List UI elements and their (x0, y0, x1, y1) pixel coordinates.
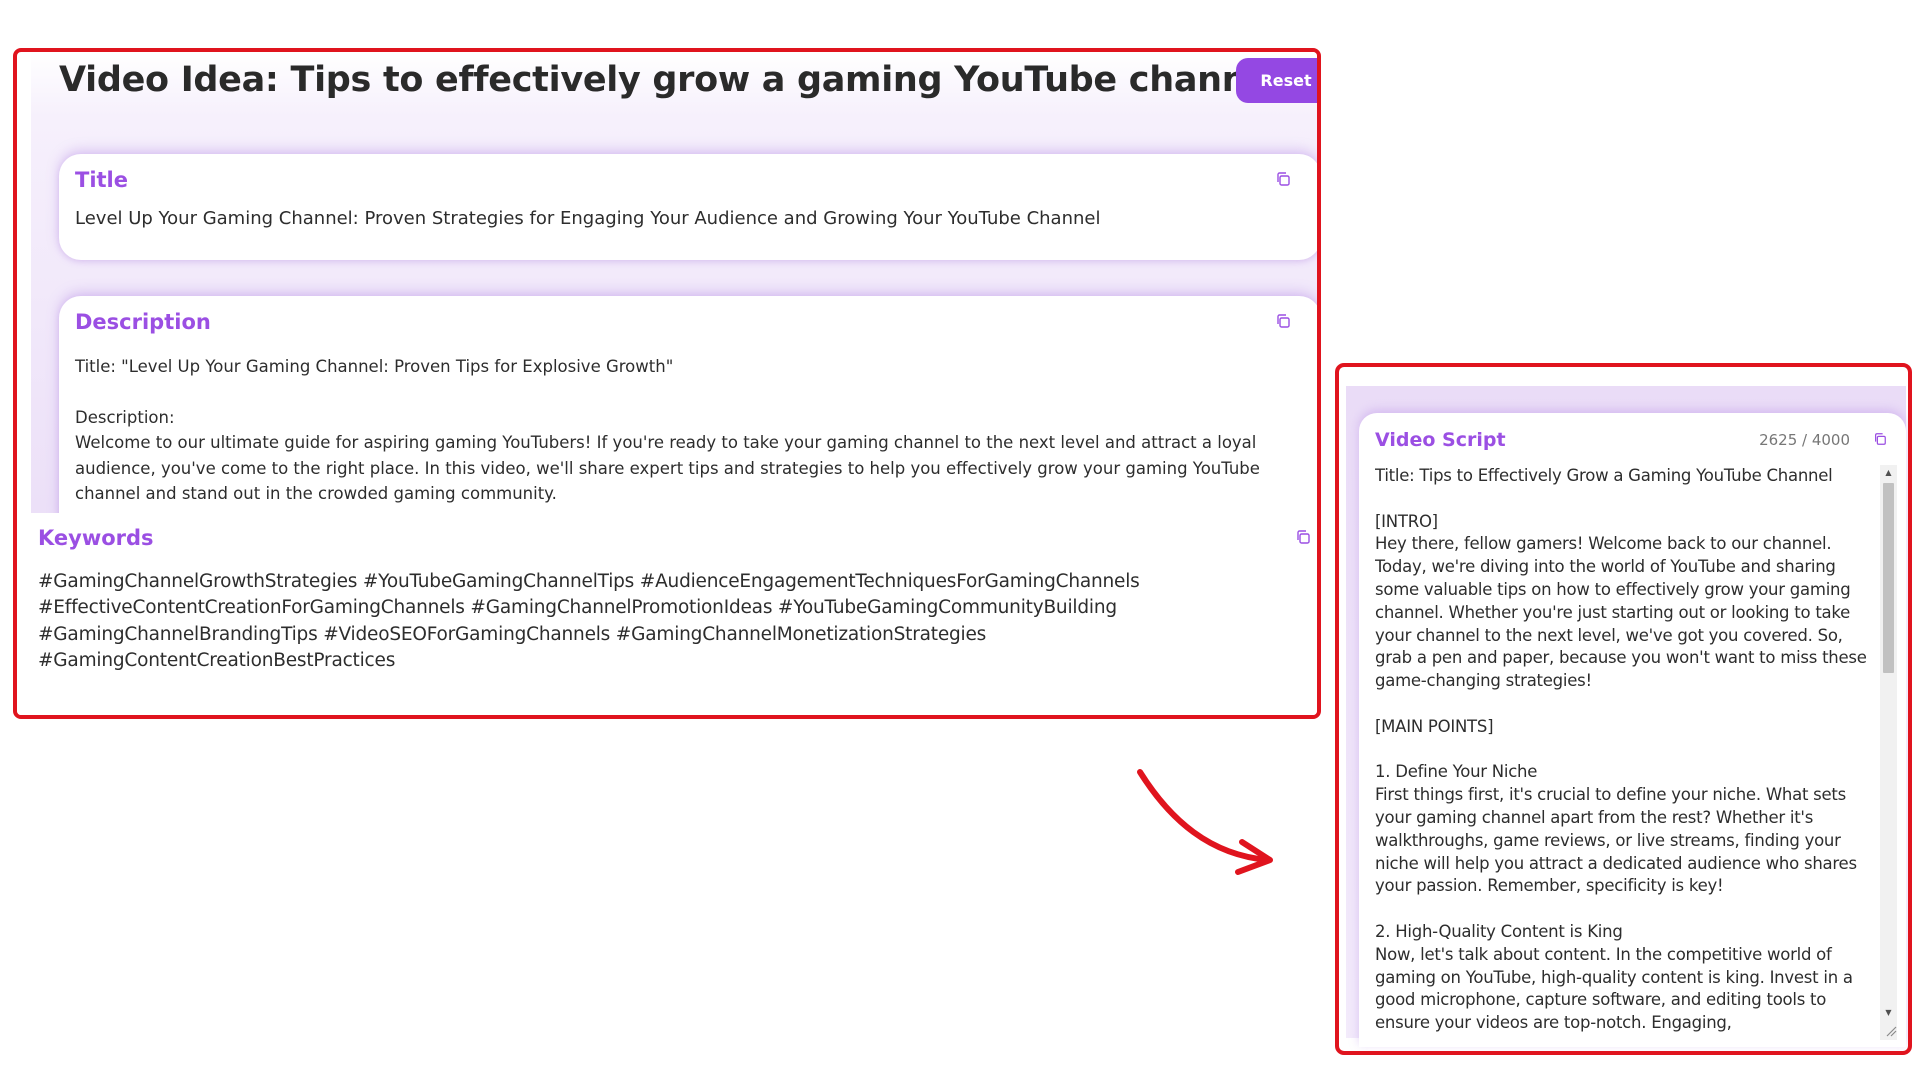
script-main-tag: [MAIN POINTS] (1375, 716, 1494, 736)
video-script-textarea[interactable]: Title: Tips to Effectively Grow a Gaming… (1375, 465, 1880, 1035)
description-label: Description: (75, 407, 175, 427)
script-point2-text: Now, let's talk about content. In the co… (1375, 944, 1853, 1033)
video-script-card: Video Script 2625 / 4000 Title: Tips to … (1359, 413, 1906, 1047)
video-script-panel: Video Script 2625 / 4000 Title: Tips to … (1346, 386, 1906, 1047)
scroll-thumb[interactable] (1883, 483, 1894, 673)
script-scrollbar[interactable]: ▲ ▼ (1880, 465, 1897, 1040)
keywords-text[interactable]: #GamingChannelGrowthStrategies #YouTubeG… (38, 569, 1306, 674)
reset-button[interactable]: Reset (1236, 58, 1317, 103)
character-count: 2625 / 4000 (1759, 431, 1850, 449)
description-card: Description Title: "Level Up Your Gaming… (59, 296, 1317, 536)
video-idea-panel: Video Idea: Tips to effectively grow a g… (31, 52, 1317, 536)
scroll-up-arrow-icon[interactable]: ▲ (1880, 465, 1897, 481)
title-card-heading: Title (75, 168, 129, 192)
copy-icon[interactable] (1275, 171, 1291, 187)
copy-icon[interactable] (1295, 529, 1311, 545)
page-title: Video Idea: Tips to effectively grow a g… (59, 60, 1282, 100)
resize-handle-icon[interactable] (1883, 1023, 1897, 1037)
description-paragraph: Welcome to our ultimate guide for aspiri… (75, 433, 1260, 503)
script-title-line: Title: Tips to Effectively Grow a Gaming… (1375, 466, 1833, 485)
video-script-heading: Video Script (1375, 429, 1506, 451)
keywords-heading: Keywords (38, 526, 154, 550)
script-point1-heading: 1. Define Your Niche (1375, 762, 1538, 782)
scroll-down-arrow-icon[interactable]: ▼ (1880, 1005, 1897, 1021)
script-point1-text: First things first, it's crucial to defi… (1375, 785, 1857, 896)
keywords-section: Keywords #GamingChannelGrowthStrategies … (17, 513, 1317, 715)
description-card-heading: Description (75, 310, 211, 334)
script-intro-tag: [INTRO] (1375, 511, 1438, 531)
arrow-icon (1137, 769, 1273, 875)
script-point2-heading: 2. High-Quality Content is King (1375, 921, 1623, 941)
copy-icon[interactable] (1275, 313, 1291, 329)
title-card: Title Level Up Your Gaming Channel: Prov… (59, 154, 1317, 260)
description-title-line: Title: "Level Up Your Gaming Channel: Pr… (75, 357, 674, 376)
script-intro-text: Hey there, fellow gamers! Welcome back t… (1375, 534, 1867, 691)
description-text[interactable]: Title: "Level Up Your Gaming Channel: Pr… (75, 354, 1303, 507)
copy-icon[interactable] (1873, 432, 1887, 446)
left-highlight-frame: Video Idea: Tips to effectively grow a g… (13, 48, 1321, 719)
right-highlight-frame: Video Script 2625 / 4000 Title: Tips to … (1335, 363, 1912, 1055)
title-text[interactable]: Level Up Your Gaming Channel: Proven Str… (75, 208, 1100, 229)
